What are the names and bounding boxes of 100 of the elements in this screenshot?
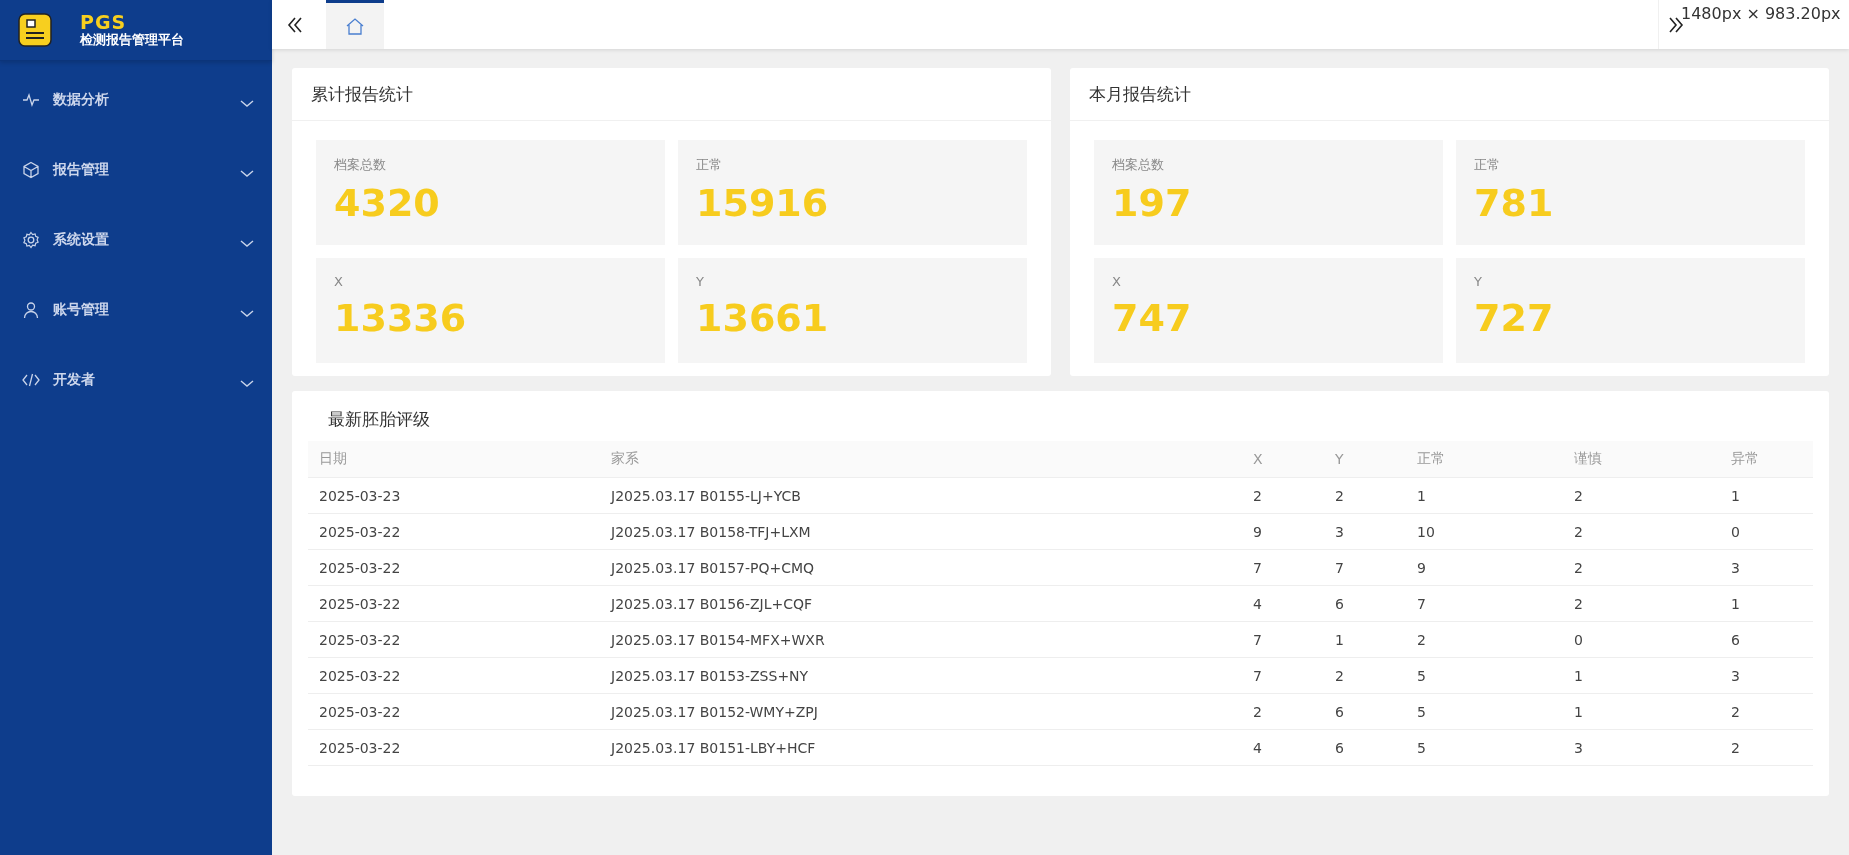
home-tab[interactable] bbox=[326, 0, 384, 49]
stat-label: 档案总数 bbox=[334, 156, 387, 174]
stat-label: X bbox=[334, 274, 344, 289]
stat-value: 15916 bbox=[696, 180, 830, 226]
stat-label: X bbox=[1112, 274, 1122, 289]
table-cell: 3 bbox=[1563, 729, 1720, 766]
table-cell: 4 bbox=[1242, 729, 1324, 766]
table-cell: 1 bbox=[1720, 585, 1813, 622]
table-cell: 4 bbox=[1242, 585, 1324, 622]
table-cell: J2025.03.17 B0151-LBY+HCF bbox=[600, 729, 1242, 766]
table-cell: 1 bbox=[1406, 477, 1563, 514]
column-header: 家系 bbox=[600, 441, 1242, 478]
table-cell: 5 bbox=[1406, 693, 1563, 730]
table-cell: 3 bbox=[1324, 513, 1406, 550]
table-cell: 7 bbox=[1242, 549, 1324, 586]
table-cell: 2025-03-23 bbox=[308, 477, 600, 514]
sidebar-menu-item[interactable]: 账号管理 bbox=[0, 275, 272, 345]
table-cell: J2025.03.17 B0158-TFJ+LXM bbox=[600, 513, 1242, 550]
stat-value: 4320 bbox=[334, 180, 441, 226]
table-cell: 2 bbox=[1563, 549, 1720, 586]
table-cell: 3 bbox=[1720, 549, 1813, 586]
table-cell: 6 bbox=[1324, 585, 1406, 622]
table-cell: 3 bbox=[1720, 657, 1813, 694]
stat-label: 档案总数 bbox=[1112, 156, 1165, 174]
table-cell: J2025.03.17 B0152-WMY+ZPJ bbox=[600, 693, 1242, 730]
table-cell: J2025.03.17 B0156-ZJL+CQF bbox=[600, 585, 1242, 622]
card-title: 本月报告统计 bbox=[1070, 68, 1829, 121]
table-cell: 9 bbox=[1406, 549, 1563, 586]
stat-value: 13336 bbox=[334, 295, 468, 341]
stat-label: 正常 bbox=[696, 156, 723, 174]
stat-value: 747 bbox=[1112, 295, 1193, 341]
table-cell: 2 bbox=[1563, 477, 1720, 514]
table-cell: 2025-03-22 bbox=[308, 693, 600, 730]
pulse-icon bbox=[22, 91, 40, 109]
table-cell: 6 bbox=[1324, 729, 1406, 766]
table-cell: 2 bbox=[1406, 621, 1563, 658]
table-cell: 2 bbox=[1563, 513, 1720, 550]
table-cell: 2 bbox=[1563, 585, 1720, 622]
sidebar-menu-item[interactable]: 报告管理 bbox=[0, 135, 272, 205]
chevron-down-icon bbox=[240, 378, 254, 388]
size-tooltip: 1480px × 983.20px bbox=[1681, 4, 1841, 23]
table-cell: 9 bbox=[1242, 513, 1324, 550]
chevron-down-icon bbox=[240, 308, 254, 318]
home-icon bbox=[345, 16, 365, 36]
sidebar-menu-item[interactable]: 数据分析 bbox=[0, 65, 272, 135]
table-cell: J2025.03.17 B0157-PQ+CMQ bbox=[600, 549, 1242, 586]
sidebar-menu-item[interactable]: 系统设置 bbox=[0, 205, 272, 275]
table-cell: 2 bbox=[1242, 693, 1324, 730]
collapse-icon[interactable] bbox=[286, 15, 304, 34]
table-cell: J2025.03.17 B0155-LJ+YCB bbox=[600, 477, 1242, 514]
table-cell: 5 bbox=[1406, 657, 1563, 694]
table-cell: 10 bbox=[1406, 513, 1563, 550]
logo-icon bbox=[18, 13, 52, 47]
table-cell: 7 bbox=[1242, 621, 1324, 658]
column-header: 谨慎 bbox=[1563, 441, 1720, 478]
column-header: 异常 bbox=[1720, 441, 1813, 478]
table-cell: 2025-03-22 bbox=[308, 621, 600, 658]
column-header: 正常 bbox=[1406, 441, 1563, 478]
app-subtitle: 检测报告管理平台 bbox=[80, 32, 184, 48]
table-cell: 6 bbox=[1324, 693, 1406, 730]
settings-icon bbox=[22, 231, 40, 249]
table-cell: 1 bbox=[1563, 693, 1720, 730]
table-cell: 1 bbox=[1563, 657, 1720, 694]
cube-icon bbox=[22, 161, 40, 179]
table-cell: 6 bbox=[1720, 621, 1813, 658]
sidebar-menu-item[interactable]: 开发者 bbox=[0, 345, 272, 415]
column-header: X bbox=[1242, 441, 1324, 478]
table-cell: 2 bbox=[1720, 693, 1813, 730]
table-cell: J2025.03.17 B0153-ZSS+NY bbox=[600, 657, 1242, 694]
chevron-down-icon bbox=[240, 238, 254, 248]
stat-value: 781 bbox=[1474, 180, 1555, 226]
table-cell: 1 bbox=[1720, 477, 1813, 514]
table-cell: 2 bbox=[1324, 657, 1406, 694]
table-cell: 7 bbox=[1242, 657, 1324, 694]
chevron-down-icon bbox=[240, 168, 254, 178]
card-title: 最新胚胎评级 bbox=[327, 408, 431, 431]
table-cell: 1 bbox=[1324, 621, 1406, 658]
table-cell: 2 bbox=[1242, 477, 1324, 514]
stat-value: 197 bbox=[1112, 180, 1193, 226]
app-title: PGS bbox=[80, 12, 128, 32]
stat-value: 13661 bbox=[696, 295, 830, 341]
table-cell: 2 bbox=[1324, 477, 1406, 514]
stat-label: Y bbox=[1474, 274, 1483, 289]
table-cell: 2 bbox=[1720, 729, 1813, 766]
column-header: Y bbox=[1324, 441, 1406, 478]
code-icon bbox=[22, 371, 40, 389]
table-cell: 2025-03-22 bbox=[308, 585, 600, 622]
table-cell: 0 bbox=[1720, 513, 1813, 550]
stat-label: 正常 bbox=[1474, 156, 1501, 174]
table-cell: 2025-03-22 bbox=[308, 549, 600, 586]
stat-label: Y bbox=[696, 274, 705, 289]
table-cell: 5 bbox=[1406, 729, 1563, 766]
column-header: 日期 bbox=[308, 441, 600, 478]
table-cell: 2025-03-22 bbox=[308, 729, 600, 766]
table-cell: 2025-03-22 bbox=[308, 513, 600, 550]
chevron-down-icon bbox=[240, 98, 254, 108]
table-cell: J2025.03.17 B0154-MFX+WXR bbox=[600, 621, 1242, 658]
table-cell: 7 bbox=[1324, 549, 1406, 586]
card-title: 累计报告统计 bbox=[292, 68, 1051, 121]
user-icon bbox=[22, 301, 40, 319]
